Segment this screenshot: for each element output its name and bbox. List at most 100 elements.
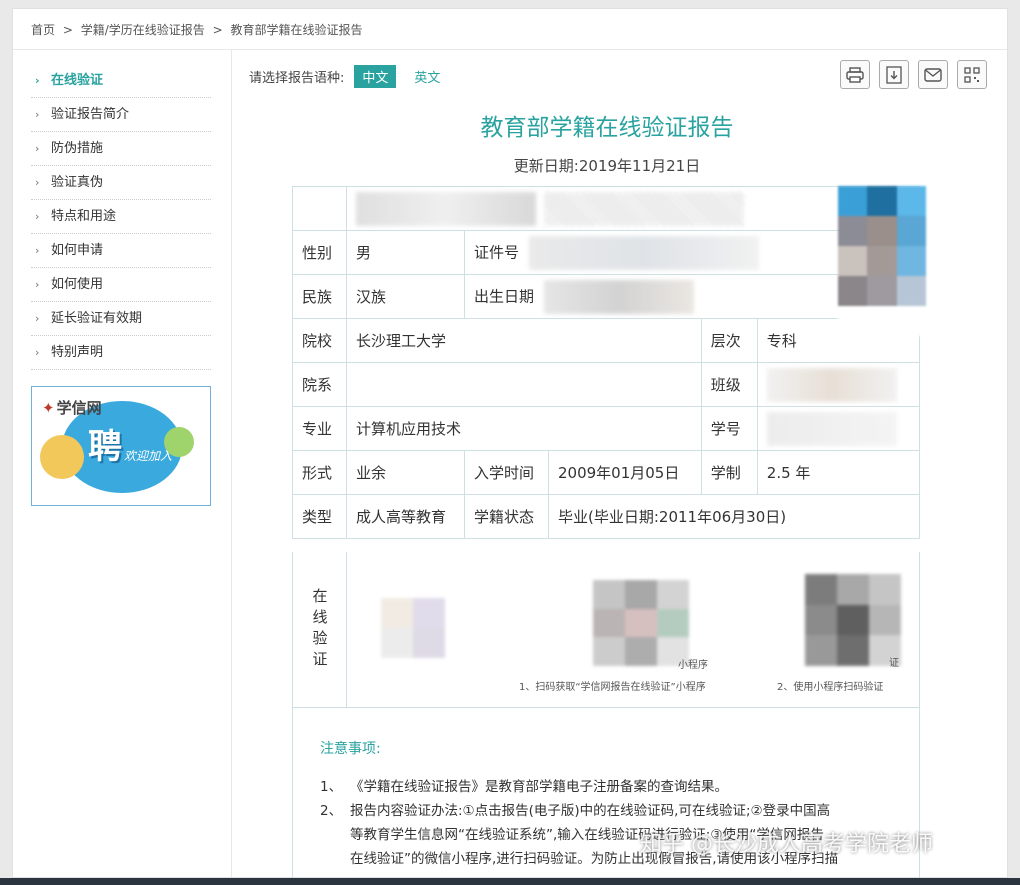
label-status: 学籍状态 [464,494,549,539]
value-major: 计算机应用技术 [346,406,702,451]
sidebar-item-statement[interactable]: › 特别声明 [31,336,211,370]
logo-text: 学信网 [56,399,102,417]
breadcrumb-current: 教育部学籍在线验证报告 [230,23,363,37]
recruit-banner[interactable]: ✦ 学信网 聘 欢迎加入 [31,386,211,506]
value-ethnicity: 汉族 [346,274,465,319]
banner-slogan: 欢迎加入 [124,449,173,463]
table-row: 民族 汉族 出生日期 [292,274,920,319]
print-icon [846,66,864,83]
breadcrumb-level2[interactable]: 学籍/学历在线验证报告 [81,23,205,37]
notice-num [320,848,350,870]
value-form: 业余 [346,450,465,495]
sidebar-item-label: 如何使用 [51,277,104,292]
chevron-right-icon: › [35,74,40,87]
chevron-right-icon: › [35,210,40,223]
redacted-block [529,235,760,270]
verify-code-qr[interactable] [381,598,445,658]
sidebar-item-label: 特别声明 [51,345,104,360]
label-major: 专业 [292,406,347,451]
value-class [756,362,921,407]
label-verify: 在线验证 [293,552,347,707]
chevron-right-icon: › [35,176,40,189]
sidebar-item-how-apply[interactable]: › 如何申请 [31,234,211,268]
sidebar-item-anti-fake[interactable]: › 防伪措施 [31,132,211,166]
print-button[interactable] [840,60,870,89]
pdf-download-icon [886,65,902,84]
divider [13,49,1007,50]
sidebar-item-label: 延长验证有效期 [51,311,143,326]
value-school: 长沙理工大学 [346,318,702,363]
notice-item: 2、 报告内容验证办法:①点击报告(电子版)中的在线验证码,可在线验证;②登录中国… [320,800,900,822]
update-date: 更新日期:2019年11月21日 [513,157,701,175]
sidebar-item-label: 验证真伪 [51,175,104,190]
sidebar-item-online-verify[interactable]: › 在线验证 [31,64,211,98]
notice-text: 报告内容验证办法:①点击报告(电子版)中的在线验证码,可在线验证;②登录中国高 [350,803,831,819]
notice-title: 注意事项: [320,741,381,757]
notice-num: 1、 [320,779,343,795]
language-selector: 请选择报告语种: 中文 英文 [249,65,448,88]
redacted-block [356,191,536,226]
sidebar-item-label: 在线验证 [51,73,104,88]
caption-step2: 2、使用小程序扫码验证 [777,682,884,693]
value-type: 成人高等教育 [346,494,465,539]
bottom-bar [0,878,1020,885]
table-row: 性别 男 证件号 [292,230,920,275]
table-row [292,186,920,231]
sidebar-item-label: 如何申请 [51,243,104,258]
label-school: 院校 [292,318,347,363]
label-level: 层次 [700,318,758,363]
sidebar-item-label: 特点和用途 [51,209,117,224]
mail-button[interactable] [918,60,948,89]
label-form: 形式 [292,450,347,495]
cell-blurred [292,186,347,231]
cell-blurred-name [346,186,920,231]
verify-qr[interactable] [805,574,901,666]
label-dept: 院系 [292,362,347,407]
label-idno: 证件号 [474,243,520,261]
notice-num [320,824,350,846]
value-enroll: 2009年01月05日 [548,450,702,495]
sidebar-item-intro[interactable]: › 验证报告简介 [31,98,211,132]
label-gender: 性别 [292,230,347,275]
caption-sub2: 证 [889,658,899,669]
value-status: 毕业(毕业日期:2011年06月30日) [548,494,920,539]
qrcode-icon [964,66,980,83]
label-type: 类型 [292,494,347,539]
chevron-right-icon: › [35,346,40,359]
label-ethnicity: 民族 [292,274,347,319]
table-row: 专业 计算机应用技术 学号 [292,406,921,451]
banner-decoration [40,435,84,479]
sidebar-item-features[interactable]: › 特点和用途 [31,200,211,234]
sidebar-item-label: 验证报告简介 [51,107,130,122]
xuexin-logo: ✦ 学信网 [42,397,102,418]
notice-text: 《学籍在线验证报告》是教育部学籍电子注册备案的查询结果。 [350,779,728,795]
value-duration: 2.5 年 [756,450,921,495]
label-duration: 学制 [700,450,758,495]
chevron-right-icon: › [35,108,40,121]
label-class: 班级 [700,362,758,407]
redacted-block [544,191,744,226]
lang-zh-button[interactable]: 中文 [354,65,397,88]
sidebar-item-verify-authenticity[interactable]: › 验证真伪 [31,166,211,200]
value-studentno [756,406,921,451]
report-title: 教育部学籍在线验证报告 [480,115,734,141]
label-birth: 出生日期 [474,287,535,305]
breadcrumb-home[interactable]: 首页 [31,23,55,37]
language-prompt: 请选择报告语种: [249,71,345,86]
lang-en-button[interactable]: 英文 [406,65,448,88]
sidebar-item-how-use[interactable]: › 如何使用 [31,268,211,302]
redacted-block [766,411,897,446]
pdf-download-button[interactable] [879,60,909,89]
table-row: 院校 长沙理工大学 层次 专科 [292,318,921,363]
miniprogram-qr[interactable] [593,580,689,666]
sidebar-item-extend[interactable]: › 延长验证有效期 [31,302,211,336]
redacted-block [544,279,695,314]
redacted-block [766,367,897,402]
sidebar-item-label: 防伪措施 [51,141,104,156]
notice-item: 1、 《学籍在线验证报告》是教育部学籍电子注册备案的查询结果。 [320,776,900,798]
label-verify-text: 在线验证 [310,587,329,672]
student-photo [838,186,926,336]
flame-icon: ✦ [42,399,55,417]
qrcode-button[interactable] [957,60,987,89]
chevron-right-icon: › [35,244,40,257]
